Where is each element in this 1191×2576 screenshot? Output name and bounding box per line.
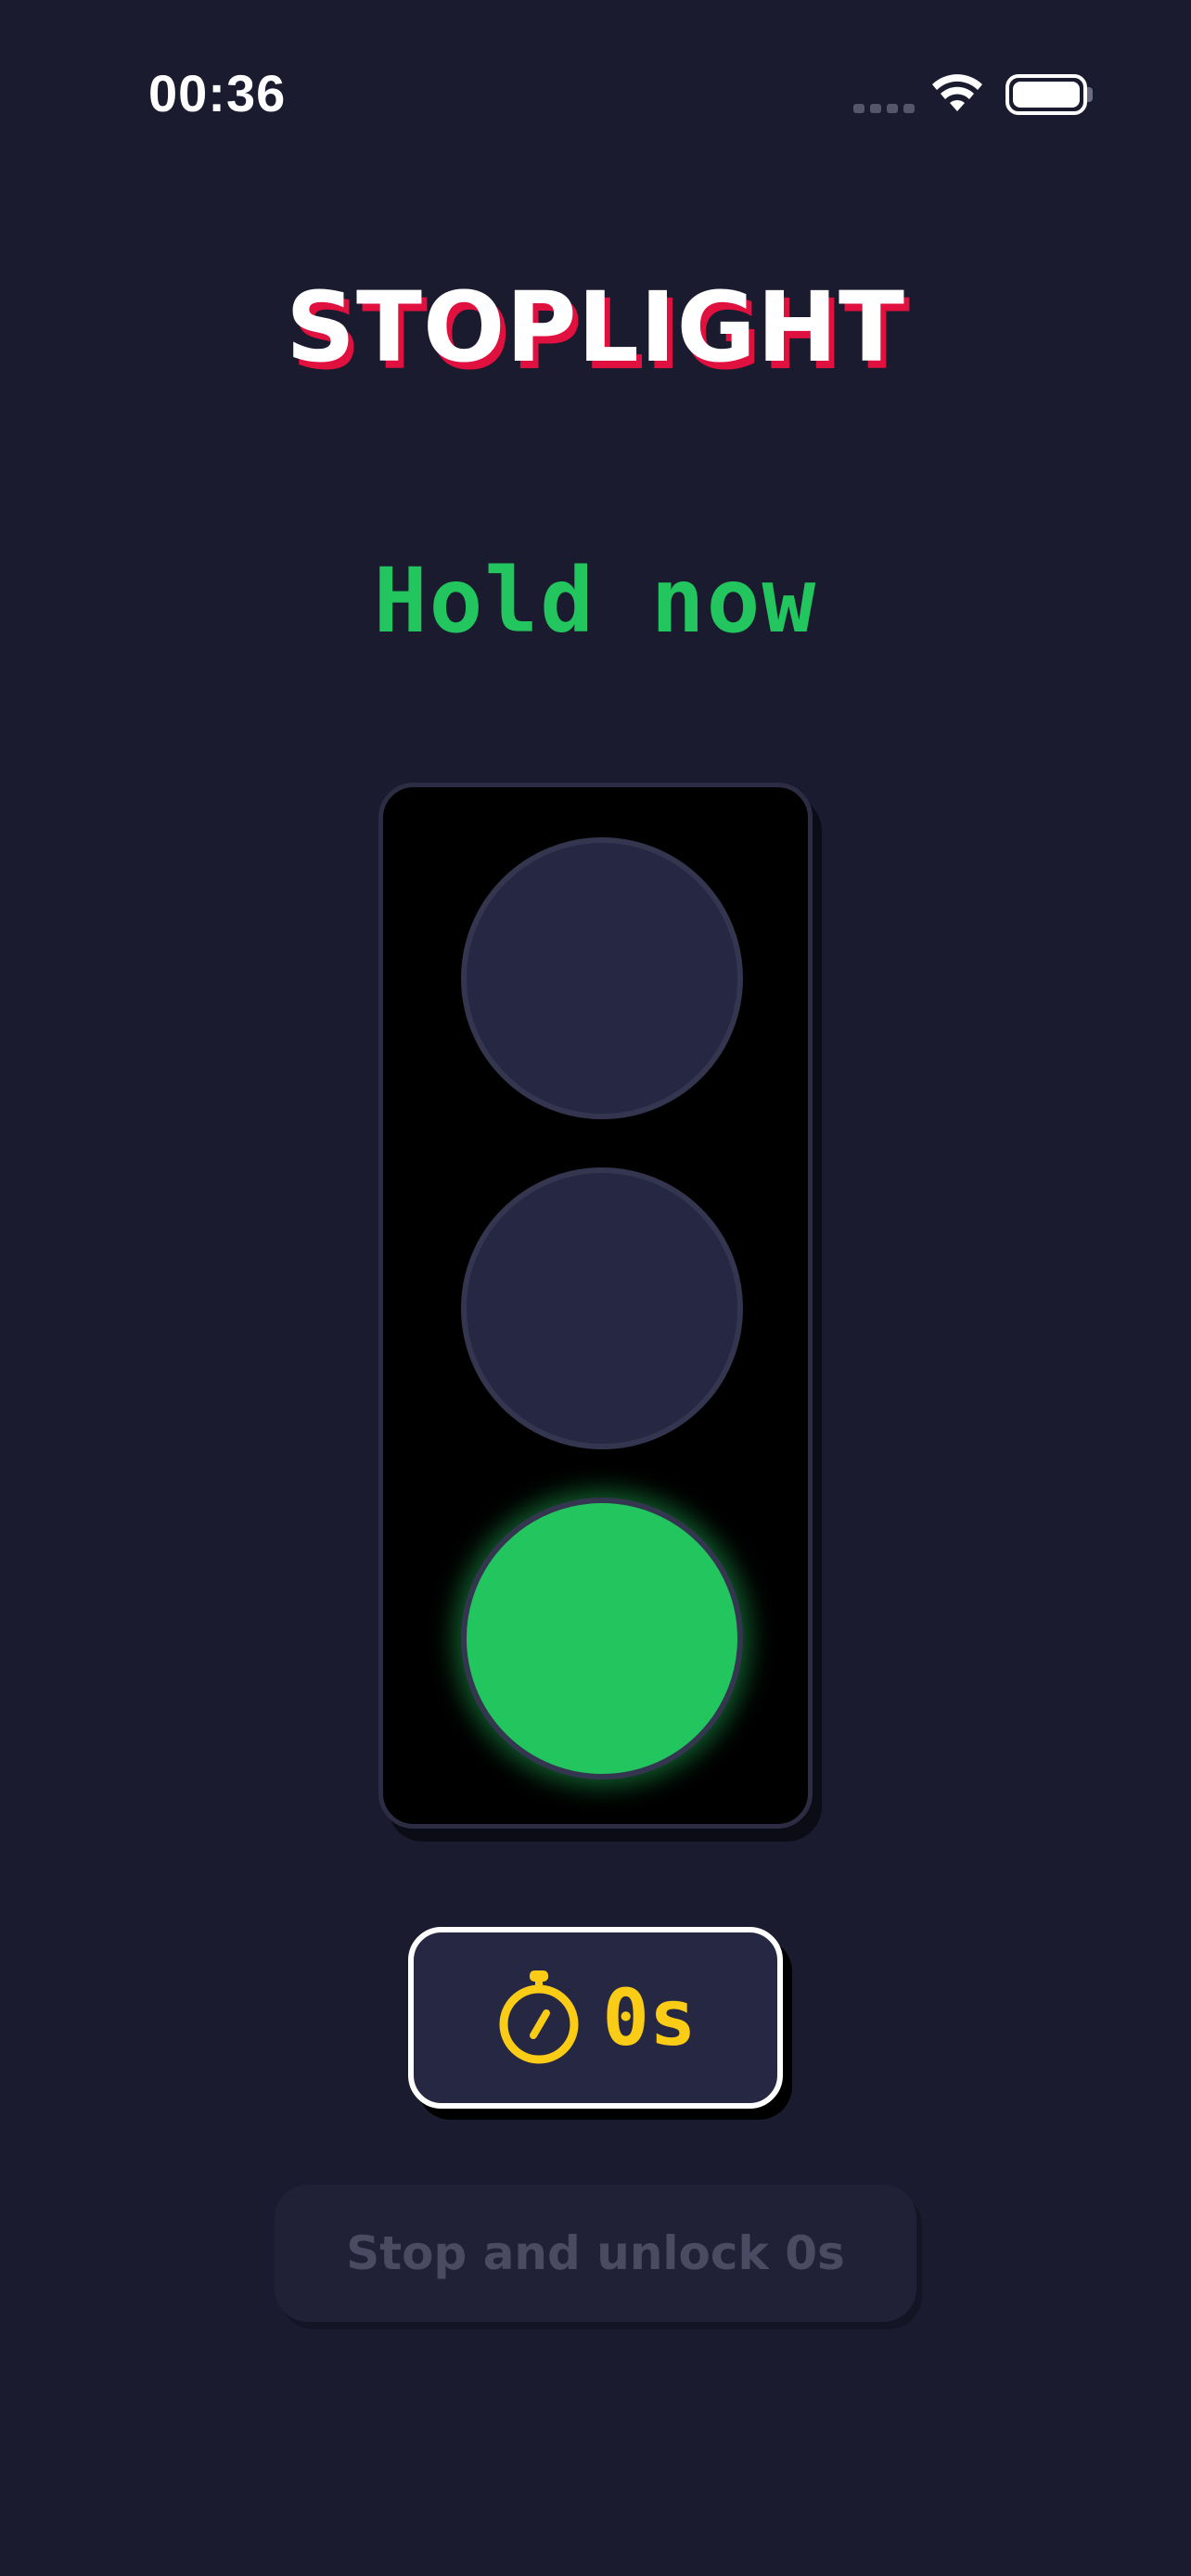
stop-and-unlock-button[interactable]: Stop and unlock 0s [275, 2185, 916, 2322]
green-light [461, 1498, 743, 1779]
cellular-signal-icon [853, 104, 915, 113]
battery-icon [1005, 74, 1087, 115]
status-bar: 00:36 [0, 0, 1191, 185]
yellow-light [461, 1167, 743, 1449]
stoplight[interactable] [378, 783, 813, 1829]
red-light [461, 837, 743, 1119]
battery-cap [1087, 87, 1093, 102]
timer-display: 0s [408, 1927, 783, 2109]
app-title: STOPLIGHT [286, 271, 905, 384]
wifi-icon [932, 74, 982, 111]
timer-value: 0s [602, 1972, 697, 2063]
status-time: 00:36 [148, 64, 287, 122]
instruction-text: Hold now [373, 549, 818, 653]
stopwatch-icon [499, 1970, 579, 2064]
